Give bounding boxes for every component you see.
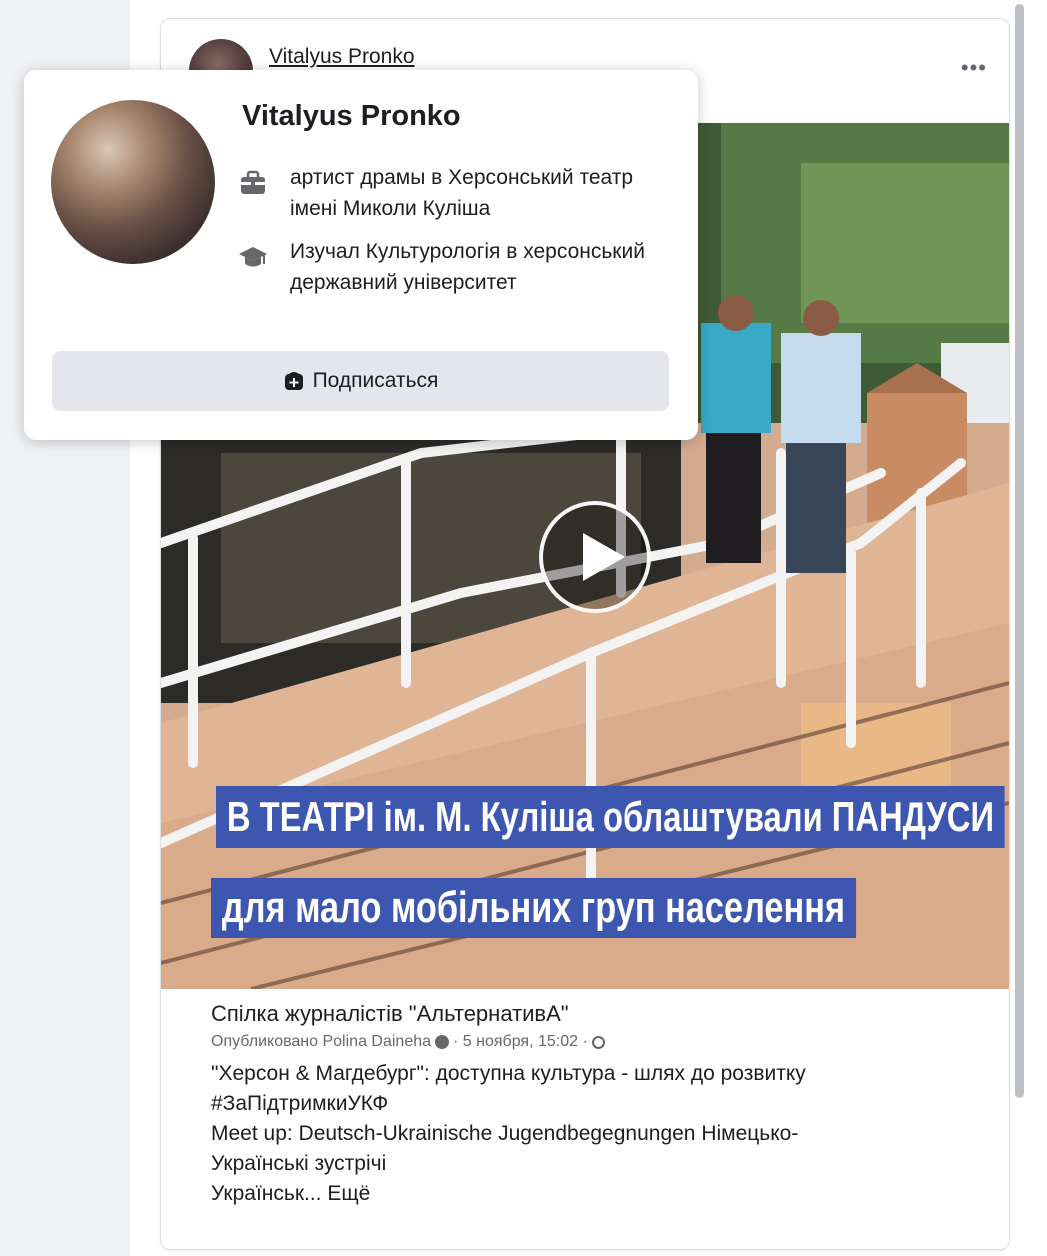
meta-publisher[interactable]: Опубликовано Polina Daineha	[211, 1033, 431, 1051]
desc-line: Українські зустрічі	[211, 1152, 387, 1175]
globe-icon	[591, 1035, 605, 1049]
desc-hashtag[interactable]: #ЗаПідтримкиУКФ	[211, 1089, 991, 1119]
play-icon[interactable]	[539, 501, 651, 613]
scrollbar[interactable]	[1013, 0, 1027, 1256]
see-more-link[interactable]: Ещё	[327, 1182, 370, 1205]
hover-card-avatar[interactable]	[51, 100, 215, 264]
profile-hover-card: Vitalyus Pronko артист драмы в Херсонськ…	[24, 70, 698, 440]
desc-line-truncated: Українськ... Ещё	[211, 1179, 991, 1209]
briefcase-icon	[241, 170, 265, 194]
scrollbar-thumb[interactable]	[1015, 4, 1024, 1098]
shared-page-name[interactable]: Спілка журналістів "АльтернативА"	[211, 1001, 991, 1027]
video-caption-line-2: для мало мобільних груп населення	[211, 878, 856, 938]
post-more-options-button[interactable]: •••	[961, 55, 987, 81]
hover-card-name[interactable]: Vitalyus Pronko	[242, 100, 461, 133]
video-caption-line-1: В ТЕАТРІ ім. М. Куліша облаштували ПАНДУ…	[216, 786, 1005, 848]
hover-card-work-row: артист драмы в Херсонський театр імені М…	[238, 162, 670, 224]
desc-line: Meet up: Deutsch-Ukrainische Jugendbegeg…	[211, 1122, 799, 1145]
desc-truncated-text: Українськ...	[211, 1182, 322, 1205]
meta-timestamp[interactable]: · 5 ноября, 15:02 ·	[453, 1033, 588, 1051]
hover-card-education-text: Изучал Культурологія в херсонський держа…	[290, 240, 645, 294]
shared-post-info: Спілка журналістів "АльтернативА" Опубли…	[211, 1001, 991, 1209]
follow-plus-icon	[284, 372, 303, 390]
info-icon[interactable]	[435, 1035, 450, 1049]
hover-card-work-text: артист драмы в Херсонський театр імені М…	[290, 166, 634, 220]
post-author-name[interactable]: Vitalyus Pronko	[269, 45, 415, 69]
hover-card-education-row: Изучал Культурологія в херсонський держа…	[238, 236, 670, 298]
shared-post-meta: Опубликовано Polina Daineha · 5 ноября, …	[211, 1033, 991, 1051]
follow-button-label: Подписаться	[312, 369, 439, 392]
follow-button[interactable]: Подписаться	[52, 351, 669, 411]
graduation-cap-icon	[239, 247, 267, 267]
desc-line: "Херсон & Магдебург": доступна культура …	[211, 1062, 806, 1085]
shared-post-description: "Херсон & Магдебург": доступна культура …	[211, 1059, 991, 1209]
